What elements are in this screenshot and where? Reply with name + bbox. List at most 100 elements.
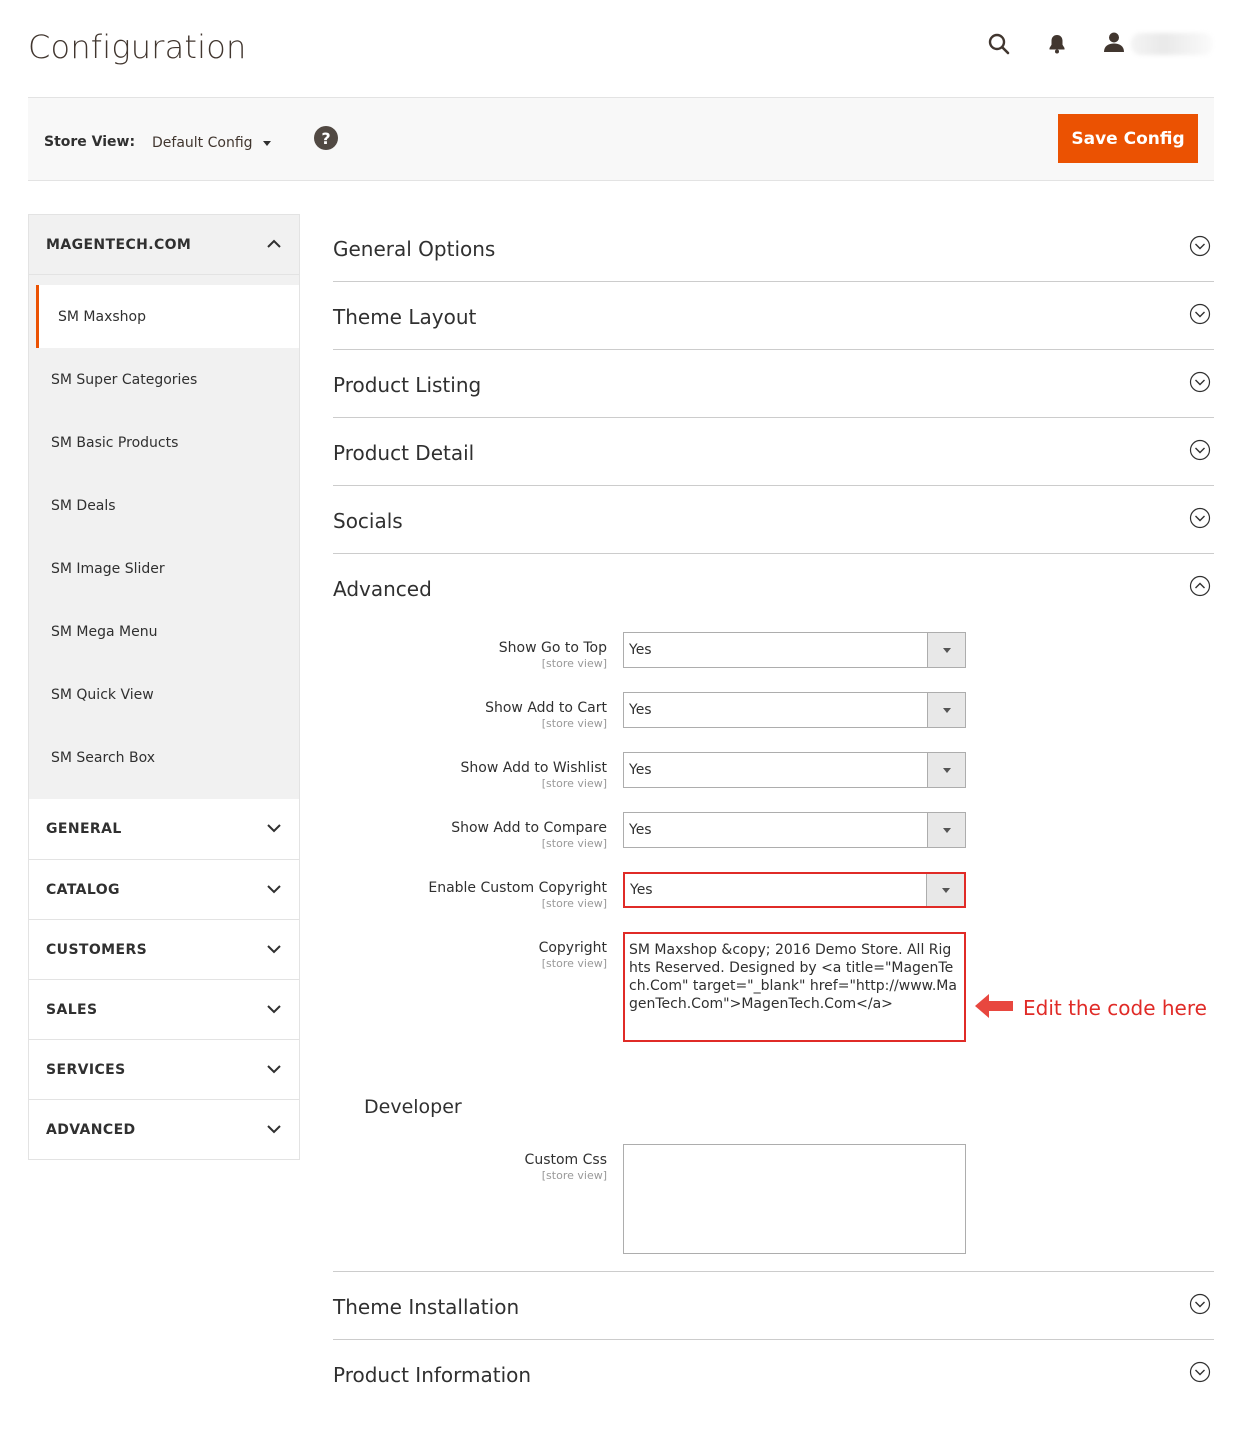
sidebar-section-general[interactable]: GENERAL (29, 799, 299, 859)
chevron-down-icon (267, 1062, 281, 1078)
circle-chevron-down-icon (1189, 371, 1211, 397)
sidebar-item-sm-image-slider[interactable]: SM Image Slider (29, 537, 299, 600)
section-theme-installation[interactable]: Theme Installation (333, 1272, 1214, 1340)
section-product-detail[interactable]: Product Detail (333, 418, 1214, 486)
save-config-button[interactable]: Save Config (1058, 114, 1198, 163)
select-value: Yes (629, 762, 652, 778)
dropdown-arrow-icon (927, 633, 965, 667)
field-label: Show Add to Cart (485, 700, 607, 716)
sidebar-group-magentech[interactable]: MAGENTECH.COM (29, 215, 299, 275)
config-sidebar: MAGENTECH.COM SM Maxshop SM Super Catego… (28, 214, 300, 1160)
circle-chevron-down-icon (1189, 1361, 1211, 1387)
help-icon[interactable]: ? (314, 126, 338, 150)
circle-chevron-down-icon (1189, 235, 1211, 261)
field-label: Show Go to Top (498, 640, 607, 656)
custom-css-textarea[interactable] (623, 1144, 966, 1254)
field-label: Enable Custom Copyright (428, 880, 607, 896)
section-general-options[interactable]: General Options (333, 214, 1214, 282)
field-label-group: Show Add to Compare [store view] (307, 820, 607, 850)
dropdown-arrow-icon (927, 813, 965, 847)
bell-icon[interactable] (1043, 30, 1071, 58)
sidebar-section-label: CATALOG (46, 881, 120, 898)
user-icon (1103, 31, 1125, 57)
sidebar-item-sm-deals[interactable]: SM Deals (29, 474, 299, 537)
advanced-fieldset: Show Go to Top [store view] Yes Show Add… (333, 622, 1214, 1272)
enable-custom-copyright-select[interactable]: Yes (623, 872, 966, 908)
section-product-listing[interactable]: Product Listing (333, 350, 1214, 418)
developer-group-title: Developer (364, 1096, 462, 1118)
sidebar-item-sm-search-box[interactable]: SM Search Box (29, 726, 299, 789)
field-scope: [store view] (541, 717, 607, 730)
store-view-toolbar: Store View: Default Config ? Save Config (28, 97, 1214, 181)
section-theme-layout[interactable]: Theme Layout (333, 282, 1214, 350)
field-label: Copyright (538, 940, 607, 956)
sidebar-item-sm-super-categories[interactable]: SM Super Categories (29, 348, 299, 411)
sidebar-section-catalog[interactable]: CATALOG (29, 859, 299, 919)
dropdown-arrow-icon (926, 874, 964, 906)
sidebar-section-advanced[interactable]: ADVANCED (29, 1099, 299, 1159)
user-menu[interactable]: admin (1103, 31, 1213, 57)
section-title: General Options (333, 236, 496, 261)
sidebar-item-sm-maxshop[interactable]: SM Maxshop (36, 285, 299, 348)
section-title: Socials (333, 508, 403, 533)
field-label-group: Show Go to Top [store view] (307, 640, 607, 670)
caret-down-icon (262, 140, 271, 146)
field-scope: [store view] (541, 837, 607, 850)
section-advanced[interactable]: Advanced (333, 554, 1214, 622)
select-value: Yes (629, 702, 652, 718)
sidebar-item-sm-basic-products[interactable]: SM Basic Products (29, 411, 299, 474)
field-label-group: Copyright [store view] (307, 940, 607, 970)
circle-chevron-up-icon (1189, 575, 1211, 601)
dropdown-arrow-icon (927, 753, 965, 787)
section-socials[interactable]: Socials (333, 486, 1214, 554)
header-actions: admin (985, 30, 1213, 58)
config-main: General Options Theme Layout Product Lis… (333, 214, 1214, 1408)
chevron-down-icon (267, 882, 281, 898)
section-title: Advanced (333, 577, 432, 601)
field-label: Show Add to Wishlist (460, 760, 607, 776)
sidebar-sections: GENERAL CATALOG CUSTOMERS SALES SERVICES… (29, 799, 299, 1159)
sidebar-section-label: GENERAL (46, 821, 122, 837)
sidebar-items: SM Maxshop SM Super Categories SM Basic … (29, 275, 299, 799)
select-value: Yes (629, 642, 652, 658)
sidebar-section-services[interactable]: SERVICES (29, 1039, 299, 1099)
sidebar-section-label: SALES (46, 1001, 98, 1018)
store-view-switcher[interactable]: Default Config (152, 135, 271, 151)
section-title: Product Detail (333, 440, 475, 465)
field-label: Custom Css (524, 1152, 607, 1168)
copyright-textarea[interactable]: SM Maxshop &copy; 2016 Demo Store. All R… (623, 932, 966, 1042)
annotation-callout: Edit the code here (973, 991, 1207, 1025)
section-product-information[interactable]: Product Information (333, 1340, 1214, 1408)
page-title: Configuration (28, 28, 247, 66)
sidebar-section-label: ADVANCED (46, 1121, 136, 1138)
sidebar-group-title: MAGENTECH.COM (46, 236, 192, 253)
section-title: Theme Installation (333, 1294, 520, 1319)
section-title: Product Listing (333, 372, 482, 397)
circle-chevron-down-icon (1189, 507, 1211, 533)
show-go-to-top-select[interactable]: Yes (623, 632, 966, 668)
sidebar-item-sm-quick-view[interactable]: SM Quick View (29, 663, 299, 726)
field-label-group: Enable Custom Copyright [store view] (307, 880, 607, 910)
field-label: Show Add to Compare (451, 820, 607, 836)
sidebar-section-label: CUSTOMERS (46, 941, 148, 958)
dropdown-arrow-icon (927, 693, 965, 727)
field-label-group: Show Add to Cart [store view] (307, 700, 607, 730)
field-label-group: Show Add to Wishlist [store view] (307, 760, 607, 790)
field-scope: [store view] (541, 777, 607, 790)
sidebar-item-sm-mega-menu[interactable]: SM Mega Menu (29, 600, 299, 663)
show-add-to-cart-select[interactable]: Yes (623, 692, 966, 728)
field-scope: [store view] (541, 897, 607, 910)
field-scope: [store view] (541, 957, 607, 970)
search-icon[interactable] (985, 30, 1013, 58)
circle-chevron-down-icon (1189, 1293, 1211, 1319)
chevron-down-icon (267, 821, 281, 837)
chevron-down-icon (267, 1122, 281, 1138)
store-view-value: Default Config (152, 135, 253, 151)
show-add-to-compare-select[interactable]: Yes (623, 812, 966, 848)
sidebar-section-label: SERVICES (46, 1061, 126, 1078)
field-label-group: Custom Css [store view] (307, 1152, 607, 1182)
sidebar-section-customers[interactable]: CUSTOMERS (29, 919, 299, 979)
show-add-to-wishlist-select[interactable]: Yes (623, 752, 966, 788)
sidebar-section-sales[interactable]: SALES (29, 979, 299, 1039)
field-scope: [store view] (541, 1169, 607, 1182)
